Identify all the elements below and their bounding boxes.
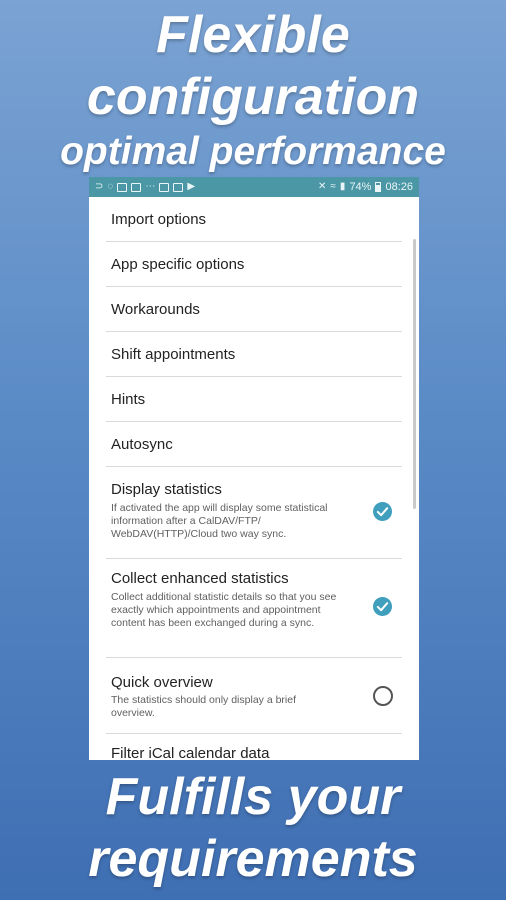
- setting-title: Shift appointments: [111, 346, 236, 363]
- notification-icons: ⊃ ◌ ⋯ ▶: [95, 182, 195, 192]
- promo-headline-top-2: configuration: [86, 68, 420, 126]
- status-bar: ⊃ ◌ ⋯ ▶ ✕ ≈ ▮ 74% 08:26: [89, 177, 419, 197]
- battery-icon: [375, 182, 382, 192]
- settings-screen: Import options App specific options Work…: [89, 197, 419, 760]
- setting-filter-ical[interactable]: Filter iCal calendar data: [106, 734, 402, 760]
- checkbox-checked[interactable]: [373, 502, 392, 521]
- checkbox-checked[interactable]: [373, 597, 392, 616]
- setting-workarounds[interactable]: Workarounds: [106, 287, 402, 332]
- promo-subheadline: optimal performance: [60, 130, 446, 173]
- setting-summary: The statistics should only display a bri…: [111, 694, 297, 720]
- scrollbar[interactable]: [413, 239, 416, 509]
- app-icon: [117, 182, 128, 192]
- setting-title: Quick overview: [111, 674, 213, 691]
- setting-title: Display statistics: [111, 481, 222, 498]
- setting-title: Workarounds: [111, 301, 200, 318]
- battery-percent: 74%: [349, 181, 372, 193]
- promo-headline-bottom-2: requirements: [88, 830, 418, 888]
- mail-icon: [131, 182, 142, 192]
- setting-title: Collect enhanced statistics: [111, 570, 289, 587]
- cast-icon: ⊃: [95, 181, 104, 192]
- promo-headline-top-1: Flexible: [156, 6, 350, 64]
- setting-display-statistics[interactable]: Display statistics If activated the app …: [106, 467, 402, 559]
- signal-icon: ▮: [339, 181, 346, 192]
- image-icon: [159, 182, 170, 192]
- setting-title: Filter iCal calendar data: [111, 745, 270, 760]
- promo-headline-bottom-1: Fulfills your: [105, 768, 401, 826]
- system-icons: ✕ ≈ ▮ 74% 08:26: [318, 181, 413, 193]
- setting-title: App specific options: [111, 256, 245, 273]
- play-icon: ▶: [187, 181, 196, 192]
- mute-icon: ✕: [318, 181, 327, 192]
- setting-summary: Collect additional statistic details so …: [111, 591, 337, 630]
- setting-collect-enhanced-statistics[interactable]: Collect enhanced statistics Collect addi…: [106, 559, 402, 658]
- setting-title: Hints: [111, 391, 146, 408]
- setting-shift-appointments[interactable]: Shift appointments: [106, 332, 402, 377]
- clock: 08:26: [385, 181, 413, 193]
- wifi-icon: ≈: [330, 181, 336, 192]
- check-icon: [376, 507, 389, 517]
- setting-app-specific-options[interactable]: App specific options: [106, 242, 402, 287]
- setting-quick-overview[interactable]: Quick overview The statistics should onl…: [106, 658, 402, 734]
- setting-import-options[interactable]: Import options: [106, 197, 402, 242]
- checkbox-unchecked[interactable]: [373, 686, 393, 706]
- setting-title: Import options: [111, 211, 207, 228]
- mail-icon-2: [173, 182, 184, 192]
- chat-icon: ◌: [107, 181, 114, 192]
- setting-hints[interactable]: Hints: [106, 377, 402, 422]
- setting-title: Autosync: [111, 436, 173, 453]
- setting-summary: If activated the app will display some s…: [111, 502, 328, 541]
- check-icon: [376, 602, 389, 612]
- setting-autosync[interactable]: Autosync: [106, 422, 402, 467]
- more-icon: ⋯: [145, 181, 156, 192]
